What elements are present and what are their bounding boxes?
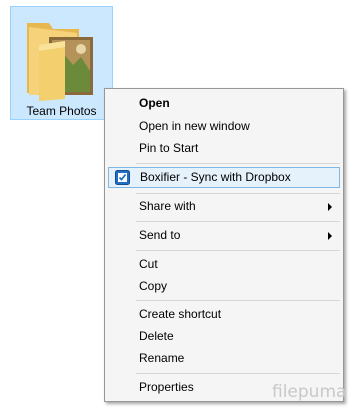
menu-separator [136,193,340,194]
submenu-arrow-icon [328,232,332,240]
menu-item-boxifier[interactable]: Boxifier - Sync with Dropbox [108,167,340,188]
menu-item-open[interactable]: Open [108,93,340,114]
menu-item-label: Boxifier - Sync with Dropbox [140,170,291,184]
menu-separator [136,163,340,164]
menu-item-delete[interactable]: Delete [108,326,340,347]
menu-separator [136,373,340,374]
menu-item-pin-to-start[interactable]: Pin to Start [108,138,340,159]
folder-icon [27,23,93,101]
menu-item-label: Open [139,96,170,110]
menu-item-send-to[interactable]: Send to [108,225,340,246]
menu-item-cut[interactable]: Cut [108,254,340,275]
menu-item-label: Copy [139,279,168,293]
menu-item-label: Open in new window [139,119,250,133]
menu-item-label: Rename [139,351,185,365]
menu-item-label: Create shortcut [139,307,222,321]
menu-separator [136,250,340,251]
context-menu: Open Open in new window Pin to Start Box… [104,88,344,402]
menu-item-label: Share with [139,199,196,213]
menu-separator [136,221,340,222]
menu-item-create-shortcut[interactable]: Create shortcut [108,304,340,325]
menu-item-label: Delete [139,329,174,343]
menu-item-label: Send to [139,228,181,242]
menu-item-open-new-window[interactable]: Open in new window [108,116,340,137]
folder-item-team-photos[interactable]: Team Photos [10,6,113,120]
menu-item-share-with[interactable]: Share with [108,196,340,217]
menu-separator [136,300,340,301]
menu-item-rename[interactable]: Rename [108,348,340,369]
menu-item-label: Pin to Start [139,141,199,155]
submenu-arrow-icon [328,203,332,211]
menu-item-copy[interactable]: Copy [108,276,340,297]
watermark-text: filepuma [272,382,347,402]
boxifier-check-icon [115,170,130,185]
folder-name-label: Team Photos [26,104,97,118]
menu-item-label: Properties [139,380,194,394]
menu-item-label: Cut [139,257,158,271]
